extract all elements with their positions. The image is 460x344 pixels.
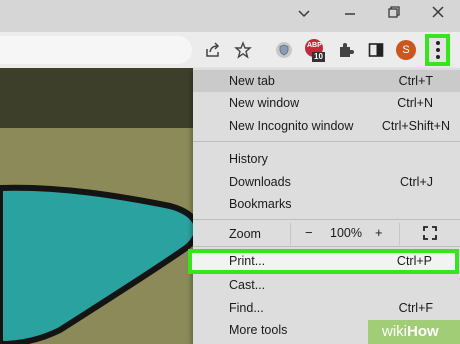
zoom-value: 100% — [330, 226, 362, 240]
profile-avatar[interactable]: S — [396, 40, 416, 60]
shield-extension-icon[interactable] — [273, 39, 295, 61]
menu-item-shortcut: Ctrl+Shift+N — [381, 119, 450, 133]
menu-item-shortcut: Ctrl+T — [398, 74, 433, 88]
menu-item-label: New Incognito window — [229, 119, 354, 133]
menu-item-shortcut: Ctrl+N — [397, 96, 433, 110]
browser-toolbar: ABP 10 — [0, 32, 460, 68]
menu-item-label: More tools — [229, 323, 288, 337]
share-icon[interactable] — [202, 39, 224, 61]
wikihow-watermark: wikiHow — [382, 323, 439, 340]
menu-separator — [193, 141, 460, 142]
tab-search-icon[interactable] — [292, 4, 316, 26]
menu-item-shortcut: Ctrl+J — [400, 175, 433, 189]
title-bar — [0, 0, 460, 32]
extensions-puzzle-icon[interactable] — [335, 39, 357, 61]
zoom-label: Zoom — [229, 227, 261, 241]
watermark-part2: How — [407, 323, 439, 340]
menu-item-downloads[interactable]: Downloads Ctrl+J — [193, 171, 460, 193]
menu-item-label: Cast... — [229, 278, 266, 292]
zoom-out-button[interactable]: − — [305, 225, 313, 240]
close-icon[interactable] — [426, 4, 450, 26]
menu-item-label: History — [229, 152, 268, 166]
menu-item-new-window[interactable]: New window Ctrl+N — [193, 92, 460, 114]
menu-item-bookmarks[interactable]: Bookmarks — [193, 193, 460, 215]
restore-icon[interactable] — [382, 4, 406, 26]
fullscreen-icon[interactable] — [423, 226, 437, 243]
menu-item-label: Print... — [229, 254, 266, 268]
abp-extension-icon[interactable]: ABP 10 — [303, 39, 327, 62]
watermark-part1: wiki — [382, 323, 407, 340]
menu-item-new-tab[interactable]: New tab Ctrl+T — [193, 70, 460, 92]
menu-item-label: New window — [229, 96, 300, 110]
menu-item-find[interactable]: Find... Ctrl+F — [193, 297, 460, 319]
menu-separator — [193, 246, 460, 247]
abp-label: ABP — [307, 42, 322, 49]
menu-item-cast[interactable]: Cast... — [193, 274, 460, 296]
minimize-icon[interactable] — [338, 4, 362, 26]
menu-item-label: Bookmarks — [229, 197, 292, 211]
menu-item-label: Downloads — [229, 175, 291, 189]
chrome-menu: New tab Ctrl+T New window Ctrl+N New Inc… — [193, 68, 460, 344]
address-bar[interactable] — [0, 36, 192, 64]
menu-item-shortcut: Ctrl+P — [396, 254, 432, 268]
bookmark-star-icon[interactable] — [232, 39, 254, 61]
menu-separator — [193, 219, 460, 220]
menu-zoom-row: Zoom − 100% + — [193, 222, 460, 245]
more-options-icon[interactable] — [428, 38, 447, 62]
extension-badge: 10 — [312, 52, 325, 62]
menu-item-history[interactable]: History — [193, 148, 460, 170]
zoom-in-button[interactable]: + — [375, 225, 383, 240]
menu-item-new-incognito-window[interactable]: New Incognito window Ctrl+Shift+N — [193, 115, 460, 137]
menu-item-print[interactable]: Print... Ctrl+P — [193, 252, 455, 270]
menu-item-label: New tab — [229, 74, 275, 88]
side-panel-icon[interactable] — [365, 39, 387, 61]
menu-item-shortcut: Ctrl+F — [398, 301, 433, 315]
menu-item-label: Find... — [229, 301, 264, 315]
